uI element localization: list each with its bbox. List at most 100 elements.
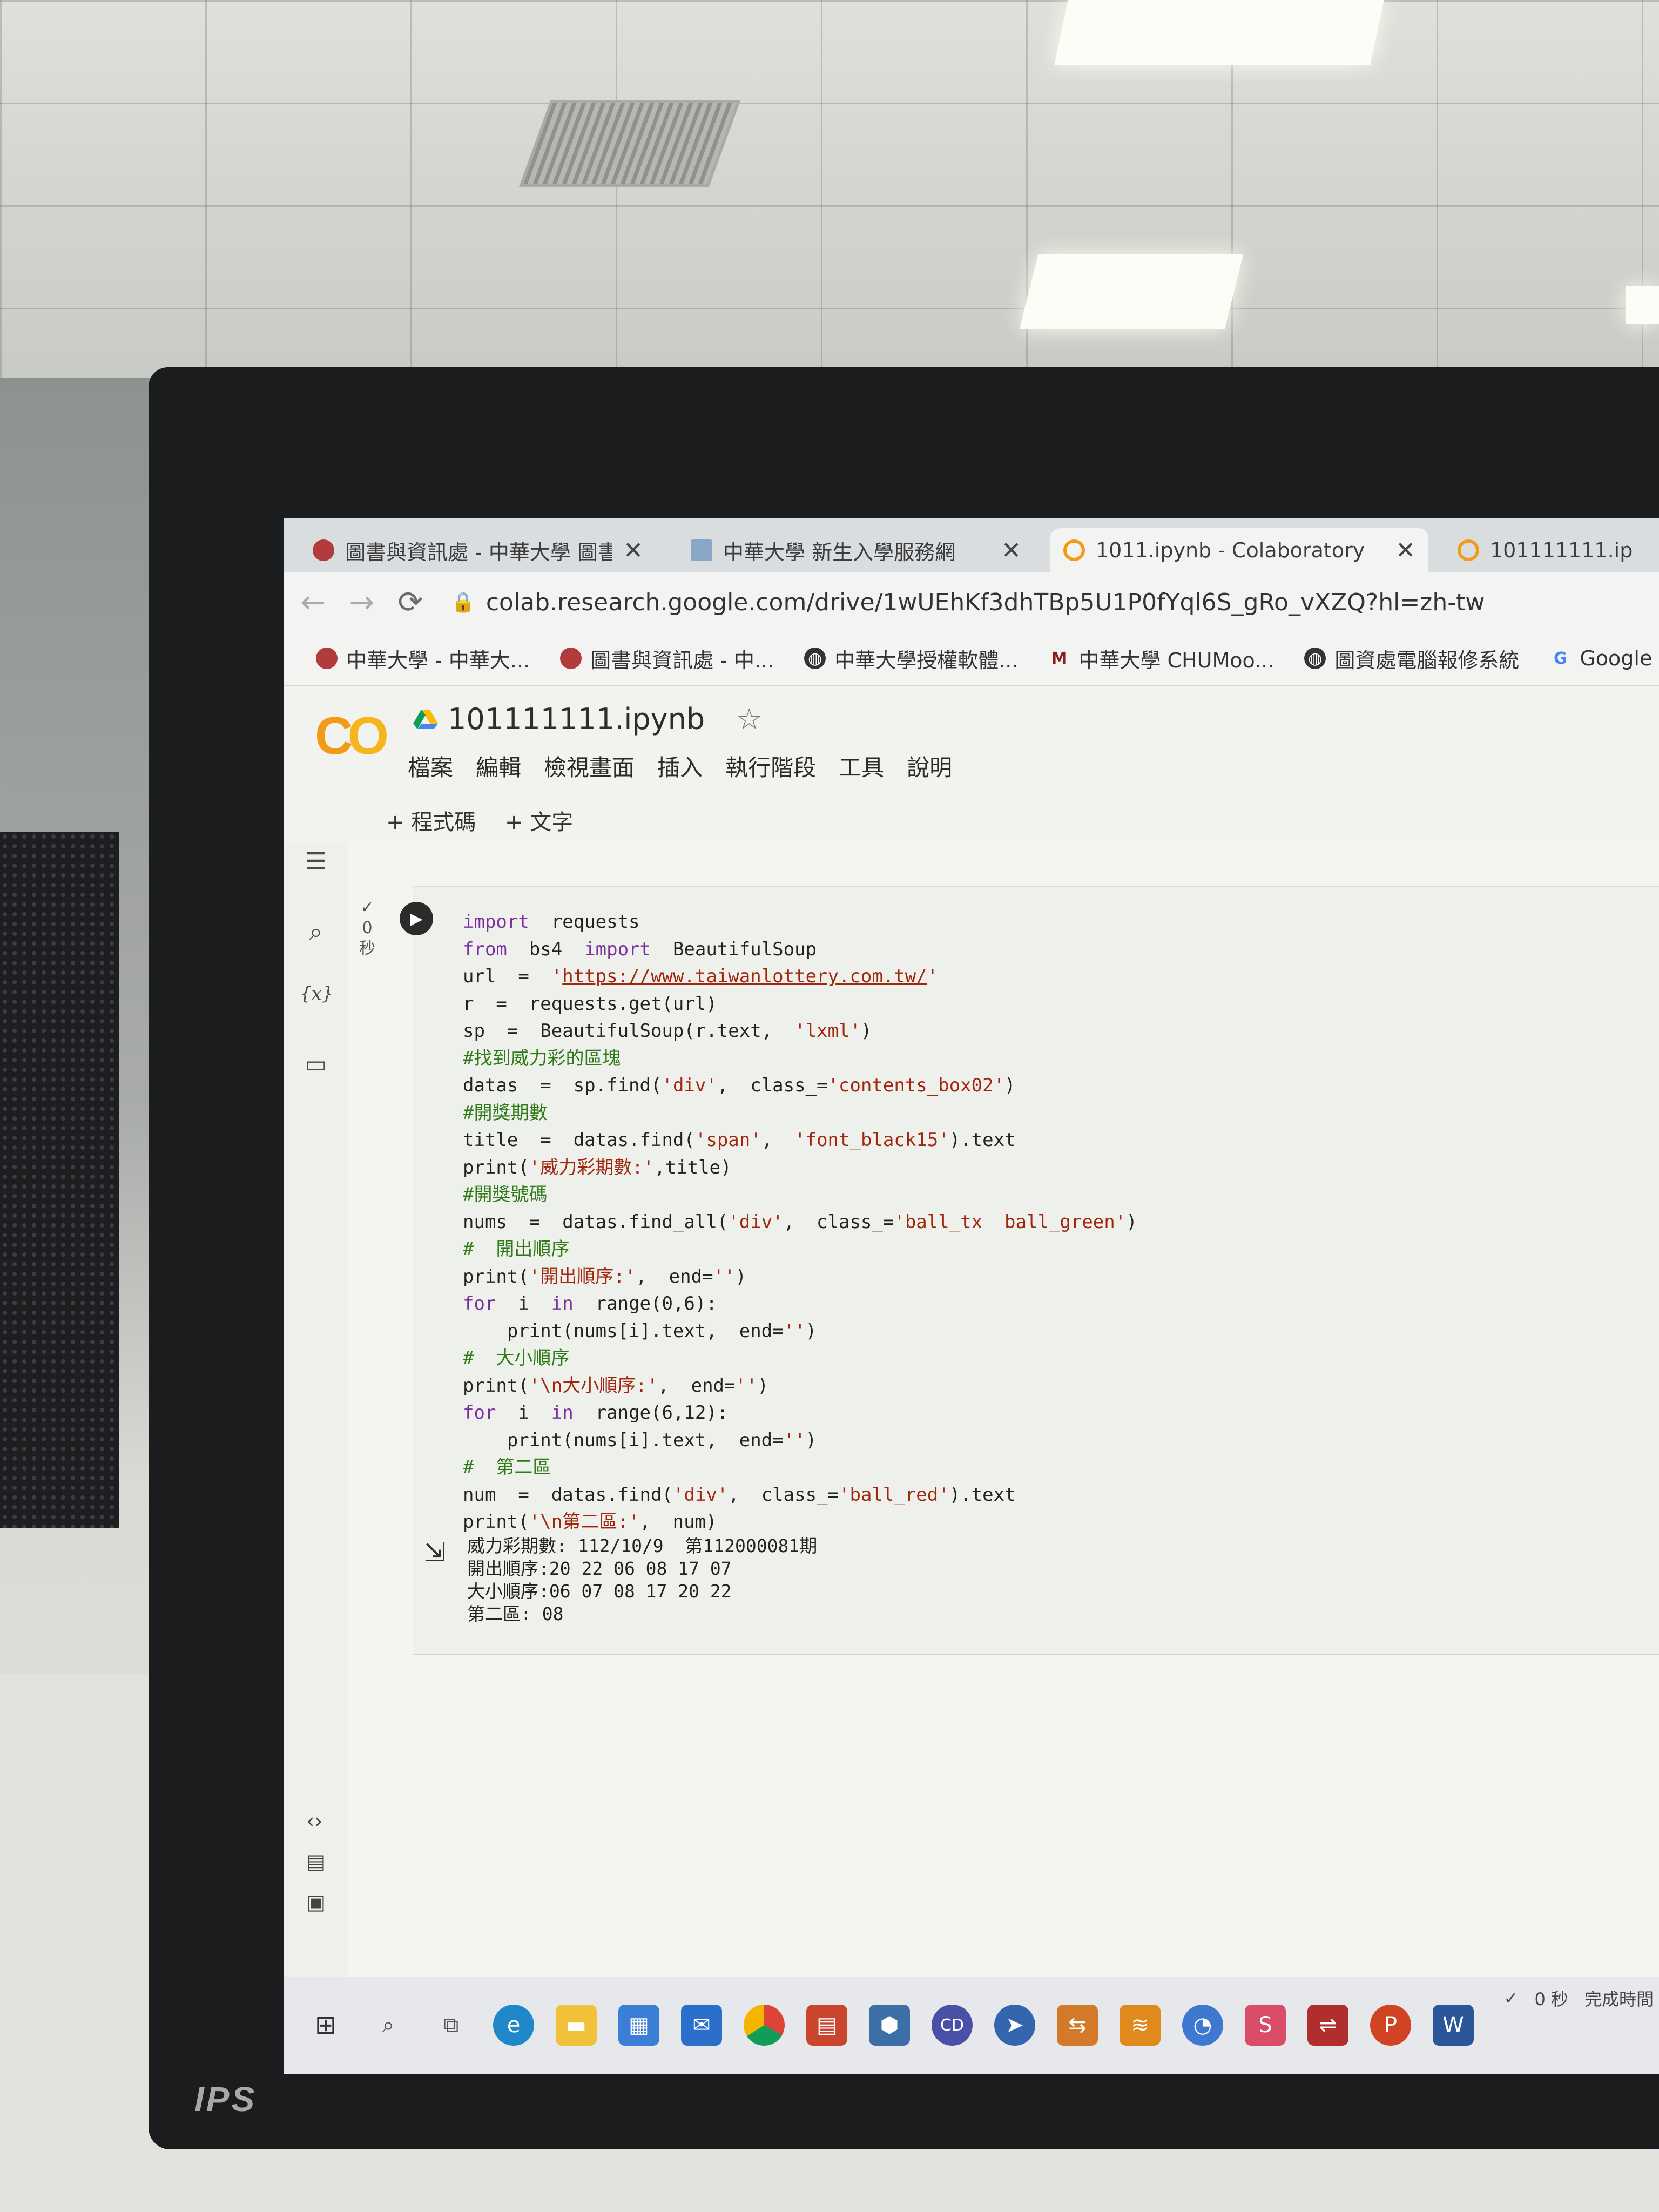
code-line: print('威力彩期數:',title)	[463, 1156, 732, 1178]
code-editor[interactable]: import requests from bs4 import Beautiful…	[463, 908, 1137, 1536]
bookmark-label: 中華大學 CHUMoo...	[1078, 648, 1274, 672]
globe-icon: ◍	[804, 648, 826, 669]
ceiling-light	[1054, 0, 1384, 65]
menu-runtime[interactable]: 執行階段	[725, 750, 816, 783]
globe-icon: ◍	[1304, 648, 1326, 669]
table-of-contents-icon[interactable]: ☰	[300, 848, 332, 875]
notebook-area: ✓ 0 秒 ▶ import requests from bs4 import B…	[348, 842, 1659, 1977]
check-icon: ✓	[1503, 1988, 1519, 2008]
bookmark-label: 中華大學授權軟體...	[834, 648, 1019, 672]
bookmark-label: Google	[1580, 646, 1653, 670]
app-icon[interactable]: ⇌	[1307, 2005, 1348, 2046]
close-icon[interactable]: ✕	[1001, 537, 1021, 564]
code-line: print('\n大小順序:', end='')	[463, 1374, 768, 1397]
terminal-icon[interactable]: ▣	[306, 1890, 326, 1914]
command-palette-icon[interactable]: ▤	[306, 1850, 326, 1873]
colab-logo-icon	[1063, 539, 1085, 561]
menu-view[interactable]: 檢視畫面	[544, 750, 635, 783]
code-line: # 第二區	[463, 1456, 551, 1478]
search-icon[interactable]: ⌕	[300, 918, 332, 946]
star-icon[interactable]: ☆	[736, 702, 762, 736]
pc-tower	[0, 832, 119, 1528]
powerpoint-icon[interactable]: P	[1370, 2005, 1411, 2046]
add-code-button[interactable]: + 程式碼	[386, 805, 476, 836]
status-time: 0 秒	[1534, 1989, 1568, 2009]
reload-icon[interactable]: ⟳	[386, 585, 435, 620]
back-arrow-icon[interactable]: ←	[289, 585, 338, 620]
bookmark-item[interactable]: M 中華大學 CHUMoo...	[1048, 644, 1274, 673]
mail-icon[interactable]: ✉	[681, 2005, 722, 2046]
colab-header: CO 101111111.ipynb ☆ 檔案 編輯 檢視畫面 插入 執行階段 …	[284, 686, 1659, 788]
windows-start-icon[interactable]: ⊞	[305, 2005, 346, 2046]
app-icon[interactable]: ▤	[806, 2005, 847, 2046]
tab-label: 101111111.ip	[1490, 538, 1633, 562]
notebook-filename[interactable]: 101111111.ipynb	[448, 702, 705, 736]
browser-tab-strip: 圖書與資訊處 - 中華大學 圖書與 ✕ 中華大學 新生入學服務網 ✕ 1011.…	[284, 518, 1659, 572]
monitor-screen: 圖書與資訊處 - 中華大學 圖書與 ✕ 中華大學 新生入學服務網 ✕ 1011.…	[284, 518, 1659, 2074]
app-icon[interactable]: S	[1245, 2005, 1286, 2046]
bookmark-item[interactable]: G Google	[1549, 646, 1652, 670]
app-icon[interactable]: CD	[932, 2005, 973, 2046]
app-icon[interactable]: ➤	[994, 2005, 1035, 2046]
close-icon[interactable]: ✕	[623, 537, 643, 564]
tab-library[interactable]: 圖書與資訊處 - 中華大學 圖書與 ✕	[300, 528, 656, 572]
code-line: print('\n第二區:', num)	[463, 1511, 717, 1533]
word-icon[interactable]: W	[1433, 2005, 1474, 2046]
code-line: import requests	[463, 911, 640, 933]
exec-time: 0	[362, 919, 373, 938]
tab-colab-1011[interactable]: 1011.ipynb - Colaboratory ✕	[1050, 528, 1428, 572]
code-line: from bs4 import BeautifulSoup	[463, 938, 817, 960]
menu-file[interactable]: 檔案	[408, 750, 453, 783]
address-bar[interactable]: colab.research.google.com/drive/1wUEhKf3…	[486, 589, 1485, 616]
university-seal-icon	[313, 539, 334, 561]
bookmark-item[interactable]: 圖書與資訊處 - 中...	[560, 644, 774, 673]
variables-icon[interactable]: {x}	[300, 983, 333, 1004]
add-text-button[interactable]: + 文字	[505, 805, 573, 836]
code-snippets-icon[interactable]: ‹›	[306, 1809, 322, 1833]
monitor-brand: IPS	[194, 2080, 257, 2119]
colab-status: ✓ 0 秒 完成時間	[1504, 1977, 1659, 2020]
google-g-icon: G	[1554, 649, 1567, 668]
python-icon[interactable]: ⬢	[869, 2005, 910, 2046]
windows-taskbar: ⊞ ⌕ ⧉ e ▬ ▦ ✉ ▤ ⬢ CD ➤ ⇆ ≋ ◔ S ⇌ P W	[284, 1977, 1659, 2074]
bookmark-item[interactable]: 中華大學 - 中華大...	[316, 644, 530, 673]
ceiling-light	[1626, 286, 1659, 324]
app-icon[interactable]: ◔	[1182, 2005, 1223, 2046]
bookmark-item[interactable]: ◍ 中華大學授權軟體...	[804, 644, 1018, 673]
app-icon[interactable]: ≋	[1120, 2005, 1161, 2046]
left-rail: ☰ ⌕ {x} ▭ ‹› ▤ ▣	[284, 842, 349, 1977]
menu-tools[interactable]: 工具	[839, 750, 884, 783]
code-line: num = datas.find('div', class_='ball_red…	[463, 1483, 1016, 1506]
bookmark-item[interactable]: ◍ 圖資處電腦報修系統	[1304, 644, 1519, 673]
notebook-title[interactable]: 101111111.ipynb ☆	[413, 702, 763, 736]
task-view-icon[interactable]: ⧉	[430, 2005, 471, 2046]
output-line: 威力彩期數: 112/10/9 第112000081期	[467, 1535, 818, 1556]
output-clear-icon[interactable]: ⇲	[424, 1537, 446, 1568]
folder-icon[interactable]: ▭	[300, 1050, 332, 1078]
store-icon[interactable]: ▦	[618, 2005, 659, 2046]
ceiling	[0, 0, 1659, 410]
chrome-icon[interactable]	[744, 2005, 785, 2046]
app-icon[interactable]: ⇆	[1057, 2005, 1098, 2046]
ceiling-light	[1019, 254, 1244, 329]
code-cell[interactable]: ✓ 0 秒 ▶ import requests from bs4 import B…	[359, 886, 1659, 1655]
menu-edit[interactable]: 編輯	[476, 750, 521, 783]
code-line: for i in range(0,6):	[463, 1293, 717, 1314]
menu-help[interactable]: 說明	[907, 750, 952, 783]
edge-icon[interactable]: e	[493, 2005, 534, 2046]
tab-freshman[interactable]: 中華大學 新生入學服務網 ✕	[678, 528, 1034, 572]
colab-logo[interactable]: CO	[315, 705, 389, 766]
bookmark-label: 圖資處電腦報修系統	[1334, 648, 1520, 672]
code-line: #找到威力彩的區塊	[463, 1047, 621, 1069]
menu-insert[interactable]: 插入	[657, 750, 703, 783]
bookmark-label: 圖書與資訊處 - 中...	[590, 648, 774, 672]
execution-status: ✓ 0 秒	[351, 898, 383, 959]
cell-toolbar: + 程式碼 + 文字	[284, 788, 1659, 844]
run-cell-button[interactable]: ▶	[400, 902, 433, 935]
ceiling-vent	[518, 100, 741, 187]
file-explorer-icon[interactable]: ▬	[556, 2005, 597, 2046]
close-icon[interactable]: ✕	[1395, 537, 1415, 564]
forward-arrow-icon[interactable]: →	[338, 585, 386, 620]
search-icon[interactable]: ⌕	[368, 2005, 409, 2046]
tab-colab-current[interactable]: 101111111.ip	[1445, 528, 1659, 572]
